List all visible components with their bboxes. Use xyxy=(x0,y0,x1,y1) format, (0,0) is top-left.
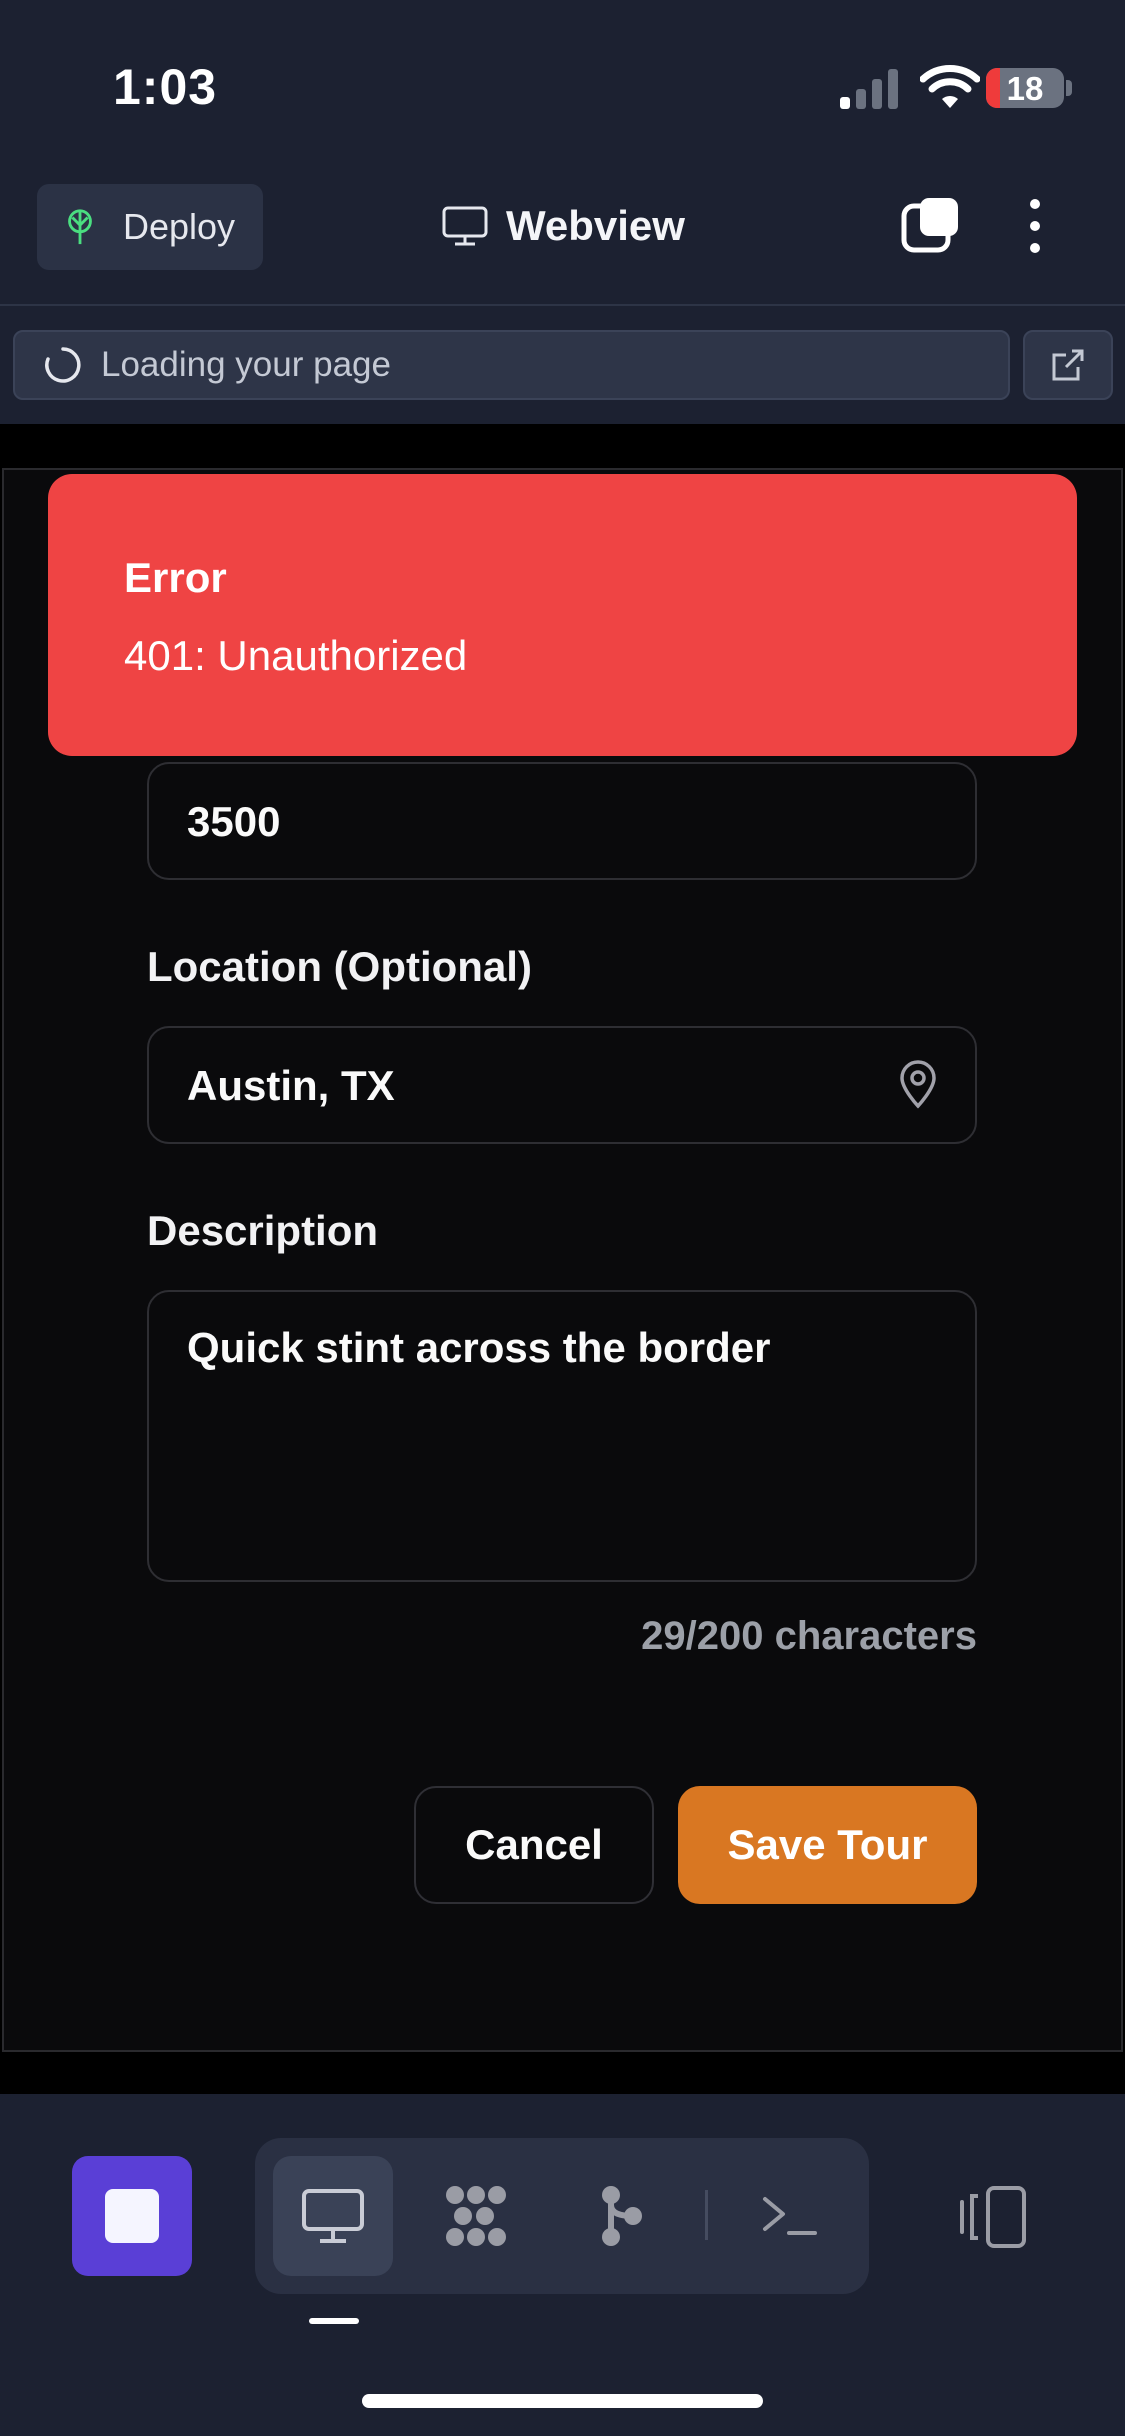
devices-icon[interactable] xyxy=(958,2186,1028,2248)
git-branch-icon xyxy=(602,2186,642,2246)
description-label: Description xyxy=(147,1207,379,1254)
description-value: Quick stint across the border xyxy=(187,1324,771,1371)
amount-value: 3500 xyxy=(187,798,281,845)
location-label: Location (Optional) xyxy=(147,943,532,990)
battery-cap xyxy=(1066,80,1072,96)
external-link-icon xyxy=(1052,349,1084,381)
url-bar[interactable]: Loading your page xyxy=(13,330,1010,400)
map-pin-icon[interactable] xyxy=(897,1059,939,1109)
stop-icon xyxy=(105,2189,159,2243)
active-tab-indicator xyxy=(309,2318,359,2324)
stop-button[interactable] xyxy=(72,2156,192,2276)
tool-separator xyxy=(705,2190,708,2240)
dots-grid-icon xyxy=(446,2186,506,2246)
tabs-icon[interactable] xyxy=(900,196,960,256)
battery-level: 18 xyxy=(1006,70,1044,107)
webview-tool-button[interactable] xyxy=(273,2156,393,2276)
signal-icon xyxy=(840,69,898,109)
wifi-icon xyxy=(920,65,980,108)
save-tour-button[interactable]: Save Tour xyxy=(678,1786,977,1904)
monitor-icon xyxy=(302,2189,364,2243)
deploy-button[interactable]: Deploy xyxy=(37,184,263,270)
location-input[interactable]: Austin, TX xyxy=(147,1026,977,1144)
deploy-label: Deploy xyxy=(123,206,236,247)
battery-icon: 18 xyxy=(986,68,1064,108)
more-vertical-icon[interactable] xyxy=(1018,196,1052,256)
git-tool-button[interactable] xyxy=(560,2156,680,2276)
monitor-icon xyxy=(442,206,488,246)
shell-tool-button[interactable] xyxy=(730,2156,850,2276)
page-title: Webview xyxy=(506,202,685,249)
deploy-icon xyxy=(68,209,92,245)
home-indicator[interactable] xyxy=(362,2394,763,2408)
amount-input[interactable]: 3500 xyxy=(147,762,977,880)
packages-tool-button[interactable] xyxy=(416,2156,536,2276)
open-external-button[interactable] xyxy=(1023,330,1113,400)
error-message: 401: Unauthorized xyxy=(124,632,468,679)
webview-title: Webview xyxy=(442,196,685,256)
location-value: Austin, TX xyxy=(187,1062,395,1109)
loading-text: Loading your page xyxy=(101,345,391,384)
spinner-icon xyxy=(45,347,81,383)
error-title: Error xyxy=(124,554,227,601)
top-divider xyxy=(0,304,1125,306)
error-toast[interactable]: Error 401: Unauthorized xyxy=(48,474,1077,756)
terminal-icon xyxy=(763,2197,817,2235)
cancel-button[interactable]: Cancel xyxy=(414,1786,654,1904)
description-textarea[interactable]: Quick stint across the border xyxy=(147,1290,977,1582)
status-time: 1:03 xyxy=(113,59,218,115)
char-count: 29/200 characters xyxy=(641,1614,977,1658)
